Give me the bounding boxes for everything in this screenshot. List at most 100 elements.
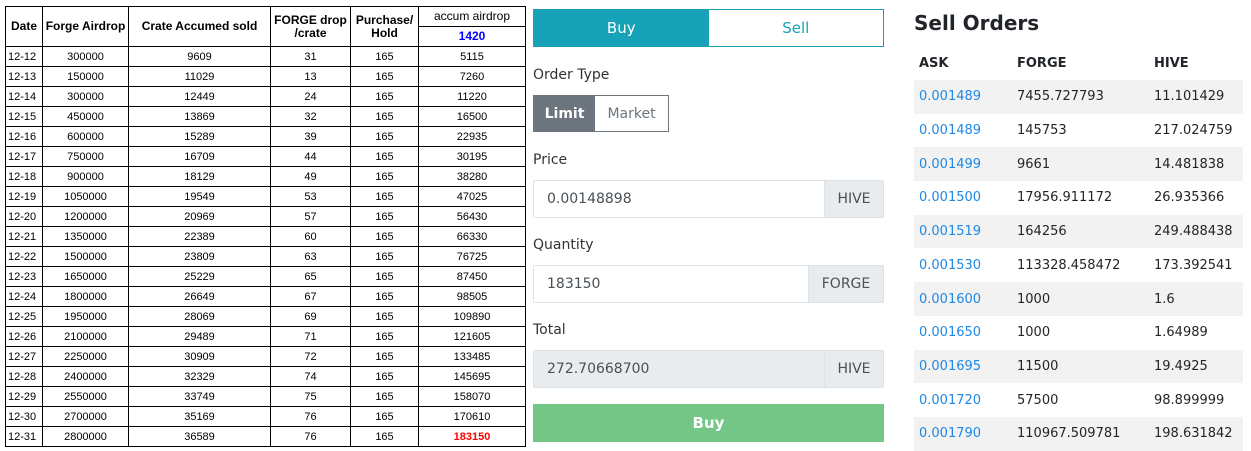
accum-airdrop-cell: 66330: [418, 226, 526, 247]
forge-amount: 7455.727793: [1017, 89, 1104, 105]
date-cell: 12-31: [5, 426, 43, 447]
order-type-label: Order Type: [533, 67, 610, 83]
crate-sold-cell: 23809: [128, 246, 271, 267]
crate-sold-cell: 20969: [128, 206, 271, 227]
accum-airdrop-cell: 11220: [418, 86, 526, 107]
drop-per-crate-cell: 72: [270, 346, 351, 367]
ask-price-link[interactable]: 0.001695: [919, 350, 981, 384]
accum-airdrop-total: 1420: [418, 26, 526, 47]
drop-per-crate-cell: 13: [270, 66, 351, 87]
date-cell: 12-13: [5, 66, 43, 87]
list-item[interactable]: 0.001489 7455.727793 11.101429: [914, 80, 1243, 114]
forge-airdrop-cell: 2800000: [42, 426, 129, 447]
date-cell: 12-19: [5, 186, 43, 207]
table-row: 12-27 2250000 30909 72 165 133485: [5, 346, 526, 367]
drop-per-crate-cell: 57: [270, 206, 351, 227]
forge-amount: 145753: [1017, 123, 1067, 139]
accum-airdrop-cell: 16500: [418, 106, 526, 127]
forge-amount: 110967.509781: [1017, 426, 1121, 442]
header-date: Date: [5, 6, 43, 47]
date-cell: 12-28: [5, 366, 43, 387]
ask-price-link[interactable]: 0.001500: [919, 181, 981, 215]
ask-price-link[interactable]: 0.001489: [919, 114, 981, 148]
accum-airdrop-cell: 22935: [418, 126, 526, 147]
list-item[interactable]: 0.001790 110967.509781 198.631842: [914, 417, 1243, 451]
list-item[interactable]: 0.001500 17956.911172 26.935366: [914, 181, 1243, 215]
list-item[interactable]: 0.001519 164256 249.488438: [914, 214, 1243, 249]
drop-per-crate-cell: 76: [270, 406, 351, 427]
ask-price-link[interactable]: 0.001489: [919, 80, 981, 114]
ask-price-link[interactable]: 0.001650: [919, 316, 981, 350]
date-cell: 12-26: [5, 326, 43, 347]
accum-airdrop-cell: 121605: [418, 326, 526, 347]
ask-price-link[interactable]: 0.001790: [919, 417, 981, 451]
accum-airdrop-cell: 5115: [418, 46, 526, 67]
col-hive: HIVE: [1154, 55, 1189, 71]
price-input[interactable]: 0.00148898: [534, 181, 824, 217]
quantity-unit: FORGE: [808, 266, 883, 302]
ask-price-link[interactable]: 0.001519: [919, 215, 981, 249]
accum-airdrop-cell: 109890: [418, 306, 526, 327]
total-label: Total: [533, 322, 566, 338]
table-row: 12-24 1800000 26649 67 165 98505: [5, 286, 526, 307]
ask-price-link[interactable]: 0.001530: [919, 249, 981, 283]
accum-airdrop-cell: 170610: [418, 406, 526, 427]
date-cell: 12-27: [5, 346, 43, 367]
header-crate-accumed-sold: Crate Accumed sold: [128, 6, 271, 47]
forge-airdrop-cell: 2550000: [42, 386, 129, 407]
crate-sold-cell: 13869: [128, 106, 271, 127]
ask-price-link[interactable]: 0.001499: [919, 147, 981, 181]
purchase-hold-cell: 165: [350, 206, 419, 227]
table-row: 12-15 450000 13869 32 165 16500: [5, 106, 526, 127]
tab-sell[interactable]: Sell: [708, 10, 883, 46]
ask-price-link[interactable]: 0.001600: [919, 282, 981, 316]
table-row: 12-12 300000 9609 31 165 5115: [5, 46, 526, 67]
forge-airdrop-cell: 2100000: [42, 326, 129, 347]
date-cell: 12-17: [5, 146, 43, 167]
drop-per-crate-cell: 67: [270, 286, 351, 307]
list-item[interactable]: 0.001720 57500 98.899999: [914, 383, 1243, 417]
list-item[interactable]: 0.001530 113328.458472 173.392541: [914, 249, 1243, 283]
purchase-hold-cell: 165: [350, 246, 419, 267]
crate-sold-cell: 9609: [128, 46, 271, 67]
hive-amount: 217.024759: [1154, 123, 1233, 139]
tab-buy[interactable]: Buy: [534, 10, 709, 46]
forge-amount: 1000: [1017, 291, 1051, 307]
buy-submit-button[interactable]: Buy: [533, 404, 884, 442]
limit-button[interactable]: Limit: [534, 96, 595, 131]
quantity-input[interactable]: 183150: [534, 266, 808, 302]
purchase-hold-cell: 165: [350, 366, 419, 387]
date-cell: 12-30: [5, 406, 43, 427]
date-cell: 12-25: [5, 306, 43, 327]
date-cell: 12-16: [5, 126, 43, 147]
list-item[interactable]: 0.001600 1000 1.6: [914, 282, 1243, 316]
drop-per-crate-cell: 44: [270, 146, 351, 167]
accum-airdrop-cell: 38280: [418, 166, 526, 187]
date-cell: 12-12: [5, 46, 43, 67]
purchase-hold-cell: 165: [350, 46, 419, 67]
list-item[interactable]: 0.001650 1000 1.64989: [914, 316, 1243, 350]
list-item[interactable]: 0.001489 145753 217.024759: [914, 114, 1243, 148]
crate-sold-cell: 26649: [128, 286, 271, 307]
drop-per-crate-cell: 74: [270, 366, 351, 387]
drop-per-crate-cell: 63: [270, 246, 351, 267]
date-cell: 12-15: [5, 106, 43, 127]
header-forge-airdrop: Forge Airdrop: [42, 6, 129, 47]
trade-form: Buy Sell Order Type Limit Market Price 0…: [533, 9, 884, 442]
list-item[interactable]: 0.001499 9661 14.481838: [914, 147, 1243, 182]
accum-airdrop-cell: 98505: [418, 286, 526, 307]
list-item[interactable]: 0.001695 11500 19.4925: [914, 349, 1243, 384]
accum-airdrop-cell: 133485: [418, 346, 526, 367]
ask-price-link[interactable]: 0.001720: [919, 383, 981, 417]
purchase-hold-cell: 165: [350, 306, 419, 327]
forge-airdrop-cell: 300000: [42, 86, 129, 107]
market-button[interactable]: Market: [595, 96, 668, 131]
forge-airdrop-cell: 2700000: [42, 406, 129, 427]
drop-per-crate-cell: 39: [270, 126, 351, 147]
purchase-hold-cell: 165: [350, 126, 419, 147]
purchase-hold-cell: 165: [350, 106, 419, 127]
drop-per-crate-cell: 76: [270, 426, 351, 447]
crate-sold-cell: 30909: [128, 346, 271, 367]
crate-sold-cell: 22389: [128, 226, 271, 247]
table-row: 12-29 2550000 33749 75 165 158070: [5, 386, 526, 407]
